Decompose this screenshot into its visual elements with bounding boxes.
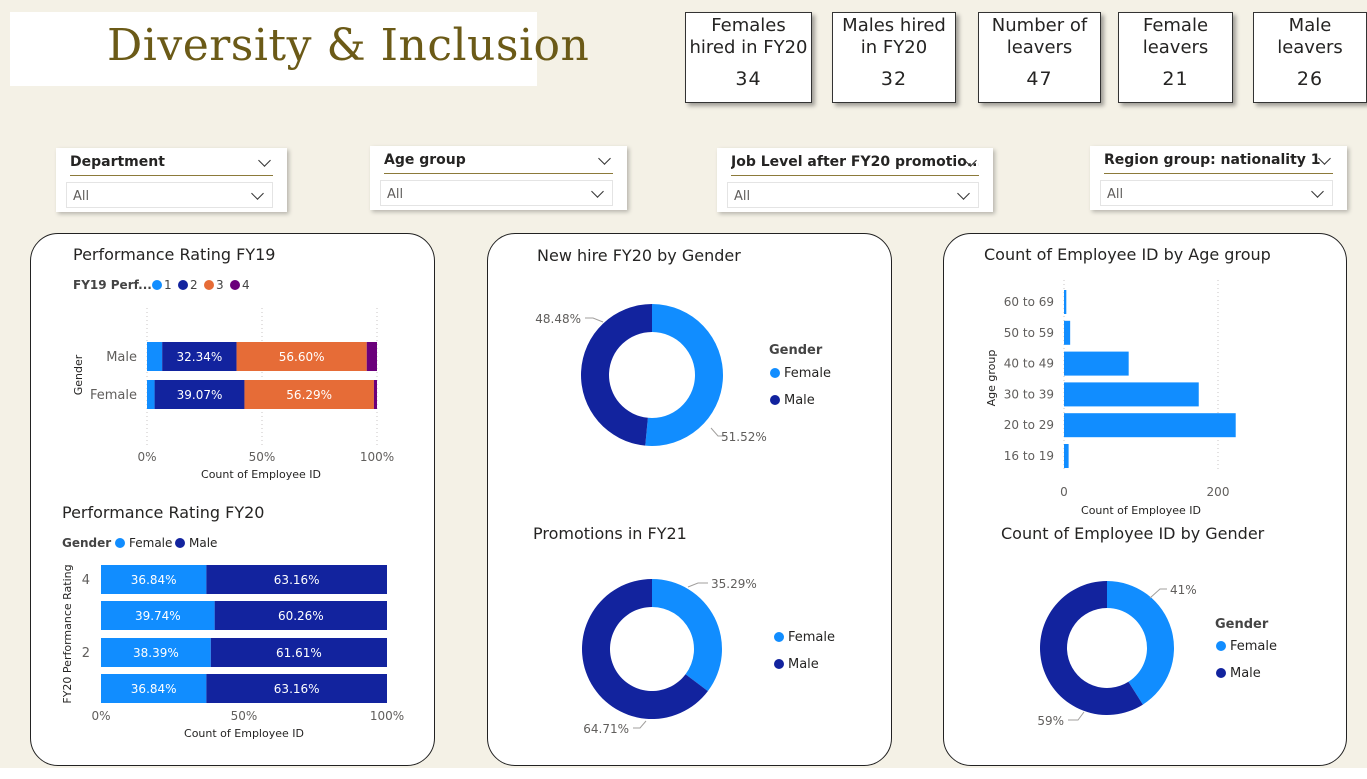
data-label: 61.61% xyxy=(276,646,322,660)
legend-label: 4 xyxy=(242,278,250,292)
y-tick-label: 60 to 69 xyxy=(1004,295,1054,309)
y-axis-label: Age group xyxy=(985,350,998,407)
legend-title: Gender xyxy=(62,536,111,550)
x-axis-label: Count of Employee ID xyxy=(201,468,321,481)
donut-slice-male[interactable] xyxy=(580,304,652,446)
leader-line xyxy=(633,720,647,729)
chart-title: New hire FY20 by Gender xyxy=(537,246,741,265)
data-label: 38.39% xyxy=(133,646,179,660)
chart-title: Count of Employee ID by Age group xyxy=(984,245,1271,264)
chart-title: Promotions in FY21 xyxy=(533,524,687,543)
leader-line xyxy=(687,582,708,588)
legend-male-label: Male xyxy=(1230,666,1261,681)
chart-title: Count of Employee ID by Gender xyxy=(1001,524,1265,543)
legend-label: 1 xyxy=(164,278,172,292)
legend-female-label: Female xyxy=(784,366,831,381)
chart-title: Performance Rating FY19 xyxy=(73,245,275,264)
bar-60-to-69[interactable] xyxy=(1064,290,1067,314)
data-label: 41% xyxy=(1170,583,1197,597)
donut-slice-female[interactable] xyxy=(1107,581,1174,705)
y-tick-label: 20 to 29 xyxy=(1004,418,1054,432)
x-tick-label: 0% xyxy=(91,709,110,723)
legend-female-marker[interactable] xyxy=(1216,641,1226,651)
donut-slice-female[interactable] xyxy=(652,579,722,692)
x-axis-label: Count of Employee ID xyxy=(1081,504,1201,517)
data-label: 63.16% xyxy=(274,573,320,587)
y-tick-label: Female xyxy=(90,388,137,403)
x-tick-label: 50% xyxy=(249,450,276,464)
legend-female-label: Female xyxy=(788,630,835,645)
legend-female-marker[interactable] xyxy=(770,368,780,378)
x-tick-label: 200 xyxy=(1207,485,1230,499)
bar-segment-male-1[interactable] xyxy=(147,342,163,371)
legend-title: FY19 Perf... xyxy=(73,278,152,292)
legend-marker-1[interactable] xyxy=(152,280,162,290)
legend-male-label: Male xyxy=(189,536,217,550)
y-tick-label: 50 to 59 xyxy=(1004,326,1054,340)
legend-male-label: Male xyxy=(788,657,819,672)
data-label: 64.71% xyxy=(583,722,629,736)
data-label: 35.29% xyxy=(711,577,757,591)
bottom-strip xyxy=(0,768,1367,779)
data-label: 48.48% xyxy=(535,312,581,326)
y-tick-label: 16 to 19 xyxy=(1004,449,1054,463)
legend-female-marker[interactable] xyxy=(115,538,125,548)
data-label: 56.60% xyxy=(279,350,325,364)
legend-male-marker[interactable] xyxy=(175,538,185,548)
bar-40-to-49[interactable] xyxy=(1064,351,1129,376)
data-label: 36.84% xyxy=(131,573,177,587)
y-tick-label: 30 to 39 xyxy=(1004,387,1054,401)
y-tick-label: 40 to 49 xyxy=(1004,357,1054,371)
bar-50-to-59[interactable] xyxy=(1064,320,1071,345)
donut-slice-female[interactable] xyxy=(645,304,724,447)
legend-marker-4[interactable] xyxy=(230,280,240,290)
bar-segment-male-4[interactable] xyxy=(366,342,377,371)
data-label: 59% xyxy=(1037,714,1064,728)
y-tick-label: 2 xyxy=(82,646,90,661)
legend-male-marker[interactable] xyxy=(1216,668,1226,678)
x-tick-label: 100% xyxy=(360,450,394,464)
y-tick-label: 4 xyxy=(82,573,90,588)
legend-female-label: Female xyxy=(1230,639,1277,654)
leader-line xyxy=(585,317,604,323)
data-label: 56.29% xyxy=(286,388,332,402)
data-label: 32.34% xyxy=(176,350,222,364)
x-tick-label: 0 xyxy=(1060,485,1068,499)
legend-male-label: Male xyxy=(784,393,815,408)
data-label: 39.07% xyxy=(177,388,223,402)
data-label: 51.52% xyxy=(721,430,767,444)
bar-20-to-29[interactable] xyxy=(1064,413,1236,438)
legend-male-marker[interactable] xyxy=(774,659,784,669)
data-label: 39.74% xyxy=(135,609,181,623)
charts-layer: Performance Rating FY19FY19 Perf... 1 2 3 40… xyxy=(61,245,1277,740)
legend-title: Gender xyxy=(1215,617,1269,632)
bar-segment-female-1[interactable] xyxy=(147,380,155,409)
data-label: 60.26% xyxy=(278,609,324,623)
y-axis-label: FY20 Performance Rating xyxy=(61,564,74,703)
data-label: 63.16% xyxy=(274,682,320,696)
x-axis-label: Count of Employee ID xyxy=(184,727,304,740)
legend-female-marker[interactable] xyxy=(774,632,784,642)
leader-line xyxy=(1068,711,1085,721)
y-axis-label: Gender xyxy=(72,354,85,395)
legend-marker-2[interactable] xyxy=(178,280,188,290)
bar-segment-female-4[interactable] xyxy=(373,380,377,409)
legend-title: Gender xyxy=(769,343,823,358)
legend-female-label: Female xyxy=(129,536,172,550)
bar-30-to-39[interactable] xyxy=(1064,382,1199,407)
x-tick-label: 100% xyxy=(370,709,404,723)
leader-line xyxy=(1149,588,1167,599)
legend-label: 3 xyxy=(216,278,224,292)
bar-16-to-19[interactable] xyxy=(1064,444,1069,468)
data-label: 36.84% xyxy=(131,682,177,696)
legend-male-marker[interactable] xyxy=(770,395,780,405)
x-tick-label: 0% xyxy=(137,450,156,464)
legend-label: 2 xyxy=(190,278,198,292)
x-tick-label: 50% xyxy=(231,709,258,723)
legend-marker-3[interactable] xyxy=(204,280,214,290)
chart-title: Performance Rating FY20 xyxy=(62,503,264,522)
y-tick-label: Male xyxy=(106,350,137,365)
